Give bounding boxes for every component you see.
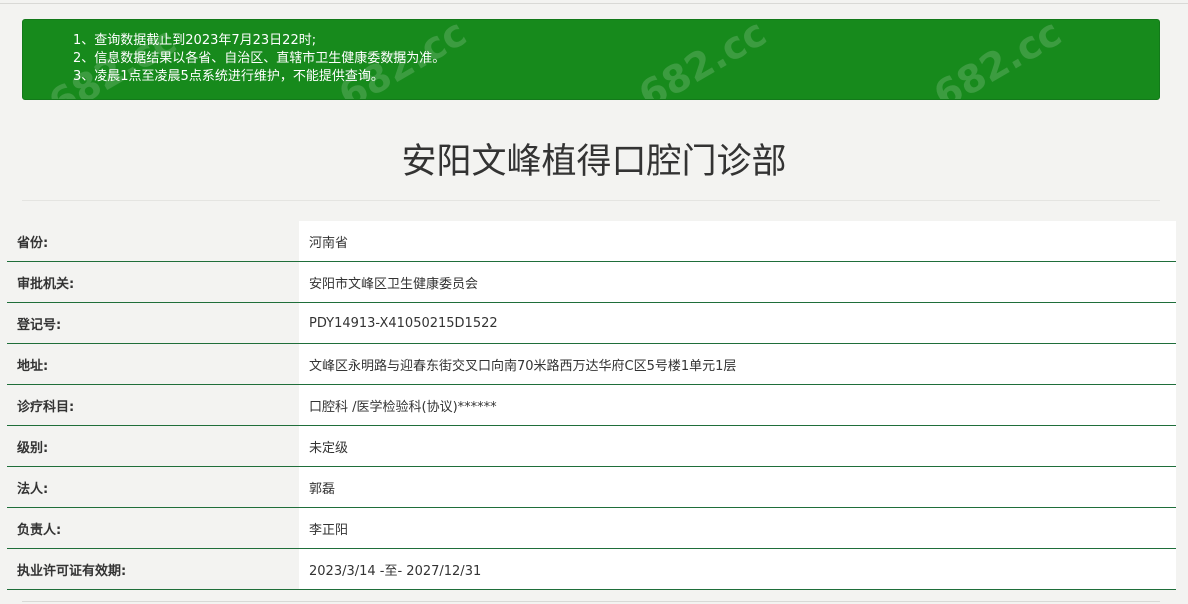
table-row: 级别: 未定级 (7, 425, 1176, 467)
license-validity-label: 执业许可证有效期: (7, 548, 299, 590)
departments-label: 诊疗科目: (7, 384, 299, 426)
info-table: 省份: 河南省 审批机关: 安阳市文峰区卫生健康委员会 登记号: PDY1491… (7, 221, 1176, 590)
notice-banner: 1、查询数据截止到2023年7月23日22时; 2、信息数据结果以各省、自治区、… (22, 19, 1160, 100)
approval-authority-value: 安阳市文峰区卫生健康委员会 (299, 261, 1176, 303)
approval-authority-label: 审批机关: (7, 261, 299, 303)
table-row: 地址: 文峰区永明路与迎春东街交叉口向南70米路西万达华府C区5号楼1单元1层 (7, 343, 1176, 385)
page-title: 安阳文峰植得口腔门诊部 (401, 142, 787, 182)
table-row: 审批机关: 安阳市文峰区卫生健康委员会 (7, 261, 1176, 303)
table-row: 执业许可证有效期: 2023/3/14 -至- 2027/12/31 (7, 548, 1176, 590)
top-divider (0, 3, 1188, 4)
departments-value: 口腔科 /医学检验科(协议)****** (299, 384, 1176, 426)
registration-number-value: PDY14913-X41050215D1522 (299, 302, 1176, 344)
title-divider (22, 200, 1160, 201)
legal-person-value: 郭磊 (299, 466, 1176, 508)
table-row: 法人: 郭磊 (7, 466, 1176, 508)
legal-person-label: 法人: (7, 466, 299, 508)
table-row: 诊疗科目: 口腔科 /医学检验科(协议)****** (7, 384, 1176, 426)
address-value: 文峰区永明路与迎春东街交叉口向南70米路西万达华府C区5号楼1单元1层 (299, 343, 1176, 385)
license-validity-value: 2023/3/14 -至- 2027/12/31 (299, 548, 1176, 590)
table-row: 省份: 河南省 (7, 221, 1176, 262)
notice-item: 1、查询数据截止到2023年7月23日22时; (73, 33, 317, 48)
level-label: 级别: (7, 425, 299, 467)
bottom-divider (22, 601, 1160, 602)
province-label: 省份: (7, 221, 299, 262)
notice-item: 2、信息数据结果以各省、自治区、直辖市卫生健康委数据为准。 (73, 51, 446, 66)
person-in-charge-value: 李正阳 (299, 507, 1176, 549)
address-label: 地址: (7, 343, 299, 385)
notice-item: 3、凌晨1点至凌晨5点系统进行维护，不能提供查询。 (73, 69, 384, 84)
person-in-charge-label: 负责人: (7, 507, 299, 549)
province-value: 河南省 (299, 221, 1176, 262)
table-row: 负责人: 李正阳 (7, 507, 1176, 549)
notice-list: 1、查询数据截止到2023年7月23日22时; 2、信息数据结果以各省、自治区、… (23, 20, 1159, 86)
table-row: 登记号: PDY14913-X41050215D1522 (7, 302, 1176, 344)
registration-number-label: 登记号: (7, 302, 299, 344)
level-value: 未定级 (299, 425, 1176, 467)
